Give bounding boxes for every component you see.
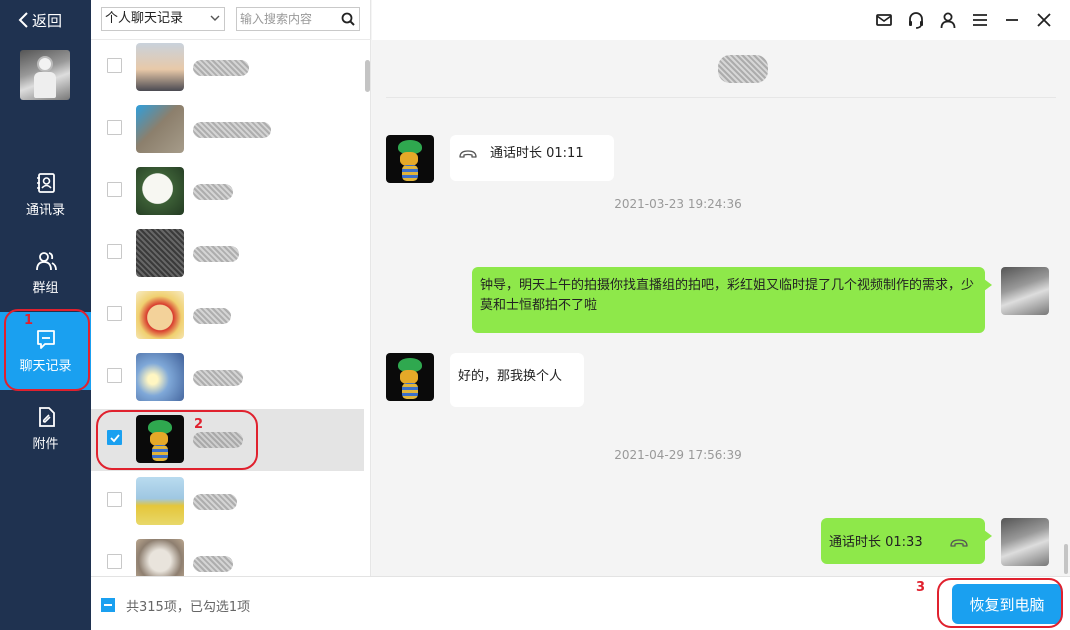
list-item[interactable] xyxy=(91,471,364,533)
nav-contacts[interactable]: 通讯录 xyxy=(0,156,91,234)
contact-name-blurred xyxy=(193,60,249,76)
list-item[interactable] xyxy=(91,99,364,161)
contact-name-blurred xyxy=(193,494,237,510)
call-duration: 通话时长 01:11 xyxy=(490,146,584,161)
contact-list xyxy=(91,40,364,576)
message-timestamp: 2021-04-29 17:56:39 xyxy=(614,448,742,462)
contact-name-blurred xyxy=(193,246,239,262)
annotation-box-2 xyxy=(96,410,258,470)
annotation-box-3 xyxy=(937,578,1063,628)
message-bubble-outgoing: 通话时长 01:33 xyxy=(821,518,992,564)
message-avatar-self xyxy=(1001,267,1049,315)
row-checkbox[interactable] xyxy=(107,368,122,383)
contact-avatar xyxy=(136,105,184,153)
record-type-select[interactable]: 个人聊天记录 xyxy=(101,7,225,31)
nav-attachments[interactable]: 附件 xyxy=(0,390,91,468)
attachment-icon xyxy=(38,407,55,427)
contact-list-panel: 个人聊天记录 xyxy=(91,0,371,576)
message-bubble-incoming: 通话时长 01:11 xyxy=(450,135,614,181)
annotation-number-2: 2 xyxy=(194,417,204,432)
close-icon[interactable] xyxy=(1034,10,1054,30)
list-item[interactable] xyxy=(91,161,364,223)
chat-scrollbar[interactable] xyxy=(1064,544,1068,574)
list-item[interactable] xyxy=(91,223,364,285)
contact-avatar xyxy=(136,229,184,277)
chevron-down-icon xyxy=(210,15,220,21)
list-item[interactable] xyxy=(91,533,364,576)
list-item[interactable] xyxy=(91,40,364,99)
chevron-left-icon xyxy=(18,12,28,28)
message-bubble-incoming: 好的，那我换个人 xyxy=(450,353,584,407)
contacts-icon xyxy=(36,173,55,193)
headset-icon[interactable] xyxy=(906,10,926,30)
message-bubble-outgoing: 钟导，明天上午的拍摄你找直播组的拍吧，彩红姐又临时提了几个视频制作的需求，少莫和… xyxy=(472,267,992,333)
contact-avatar xyxy=(136,167,184,215)
chat-contact-name-blurred xyxy=(718,55,768,83)
contact-name-blurred xyxy=(193,308,231,324)
list-header: 个人聊天记录 xyxy=(91,0,371,40)
phone-call-icon xyxy=(459,150,477,158)
annotation-box-1 xyxy=(4,309,90,391)
row-checkbox[interactable] xyxy=(107,306,122,321)
nav-attachments-label: 附件 xyxy=(32,437,59,452)
row-checkbox[interactable] xyxy=(107,120,122,135)
row-checkbox[interactable] xyxy=(107,244,122,259)
mail-icon[interactable] xyxy=(874,10,894,30)
search-input[interactable] xyxy=(240,10,336,28)
nav-groups[interactable]: 群组 xyxy=(0,234,91,312)
nav-contacts-label: 通讯录 xyxy=(25,203,65,218)
search-box[interactable] xyxy=(236,7,360,31)
avatar xyxy=(20,50,70,100)
list-item[interactable] xyxy=(91,285,364,347)
contact-avatar xyxy=(136,43,184,91)
chat-panel: 通话时长 01:11 2021-03-23 19:24:36 钟导，明天上午的拍… xyxy=(372,0,1070,576)
contact-name-blurred xyxy=(193,370,243,386)
annotation-number-1: 1 xyxy=(24,313,34,328)
back-label: 返回 xyxy=(32,11,63,30)
row-checkbox[interactable] xyxy=(107,182,122,197)
user-icon[interactable] xyxy=(938,10,958,30)
minimize-icon[interactable] xyxy=(1002,10,1022,30)
row-checkbox[interactable] xyxy=(107,58,122,73)
contact-name-blurred xyxy=(193,122,271,138)
list-item[interactable] xyxy=(91,347,364,409)
message-avatar xyxy=(386,353,434,401)
nav-groups-label: 群组 xyxy=(32,281,59,296)
message-avatar-self xyxy=(1001,518,1049,566)
search-icon[interactable] xyxy=(341,12,355,26)
window-titlebar xyxy=(372,0,1070,40)
row-checkbox[interactable] xyxy=(107,554,122,569)
selection-count: 共315项，已勾选1项 xyxy=(126,600,251,615)
divider xyxy=(386,97,1056,98)
contact-avatar xyxy=(136,477,184,525)
select-all-checkbox[interactable] xyxy=(101,598,115,612)
contact-name-blurred xyxy=(193,556,233,572)
list-scrollbar[interactable] xyxy=(365,60,370,92)
contact-name-blurred xyxy=(193,184,233,200)
record-type-value: 个人聊天记录 xyxy=(105,11,184,26)
call-duration: 通话时长 01:33 xyxy=(829,535,923,550)
back-button[interactable]: 返回 xyxy=(16,8,62,32)
contact-avatar xyxy=(136,539,184,576)
group-icon xyxy=(35,252,57,271)
message-avatar xyxy=(386,135,434,183)
row-checkbox[interactable] xyxy=(107,492,122,507)
contact-avatar xyxy=(136,291,184,339)
phone-call-icon xyxy=(949,539,968,547)
annotation-number-3: 3 xyxy=(916,580,926,595)
menu-icon[interactable] xyxy=(970,10,990,30)
message-timestamp: 2021-03-23 19:24:36 xyxy=(614,197,742,211)
contact-avatar xyxy=(136,353,184,401)
